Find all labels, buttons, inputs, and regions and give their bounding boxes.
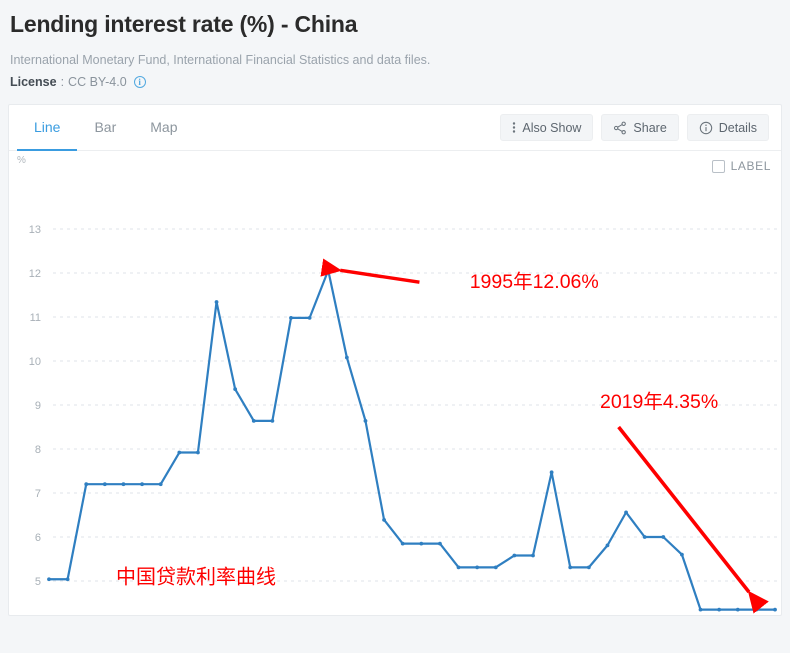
license-separator: : xyxy=(61,74,64,90)
details-button[interactable]: Details xyxy=(687,114,769,141)
kebab-menu-icon xyxy=(512,121,516,134)
svg-text:12: 12 xyxy=(29,268,41,280)
chart-page: Lending interest rate (%) - China Intern… xyxy=(0,0,790,653)
share-icon xyxy=(613,121,627,135)
svg-text:6: 6 xyxy=(35,532,41,544)
svg-text:9: 9 xyxy=(35,400,41,412)
info-circle-icon xyxy=(699,121,713,135)
also-show-label: Also Show xyxy=(522,121,581,135)
data-series-points[interactable] xyxy=(47,268,777,611)
license-label: License xyxy=(10,74,57,90)
tab-map-label: Map xyxy=(150,119,177,135)
tab-bar[interactable]: Bar xyxy=(77,105,133,151)
chart-area: % LABEL 45678910111213 19801985199019952… xyxy=(9,151,783,615)
share-label: Share xyxy=(633,121,666,135)
tab-line-label: Line xyxy=(34,119,60,135)
svg-text:13: 13 xyxy=(29,224,41,236)
tab-bar-label: Bar xyxy=(94,119,116,135)
info-icon[interactable]: i xyxy=(134,76,146,88)
tab-map[interactable]: Map xyxy=(133,105,194,151)
license-line: License : CC BY-4.0 i xyxy=(10,74,780,90)
gridlines xyxy=(53,229,781,615)
page-header: Lending interest rate (%) - China Intern… xyxy=(0,0,790,90)
license-value[interactable]: CC BY-4.0 xyxy=(68,74,127,90)
svg-text:中国贷款利率曲线: 中国贷款利率曲线 xyxy=(116,565,276,588)
svg-text:8: 8 xyxy=(35,444,41,456)
source-attribution: International Monetary Fund, Internation… xyxy=(10,52,780,68)
chart-card: Line Bar Map xyxy=(8,104,782,616)
svg-text:2019年4.35%: 2019年4.35% xyxy=(600,391,718,413)
svg-text:1995年12.06%: 1995年12.06% xyxy=(470,271,599,293)
tab-list: Line Bar Map xyxy=(17,105,195,150)
svg-text:5: 5 xyxy=(35,576,41,588)
svg-text:10: 10 xyxy=(29,356,41,368)
chart-actions: Also Show Share xyxy=(500,105,769,150)
y-tick-labels: 45678910111213 xyxy=(29,224,41,615)
svg-text:7: 7 xyxy=(35,488,41,500)
also-show-button[interactable]: Also Show xyxy=(500,114,593,141)
svg-text:11: 11 xyxy=(30,312,41,324)
details-label: Details xyxy=(719,121,757,135)
share-button[interactable]: Share xyxy=(601,114,678,141)
line-chart-svg: 45678910111213 1980198519901995200020052… xyxy=(9,151,783,615)
data-series-line[interactable] xyxy=(49,270,775,609)
tab-line[interactable]: Line xyxy=(17,105,77,151)
chart-tabbar: Line Bar Map xyxy=(9,105,781,151)
page-title: Lending interest rate (%) - China xyxy=(10,10,780,39)
